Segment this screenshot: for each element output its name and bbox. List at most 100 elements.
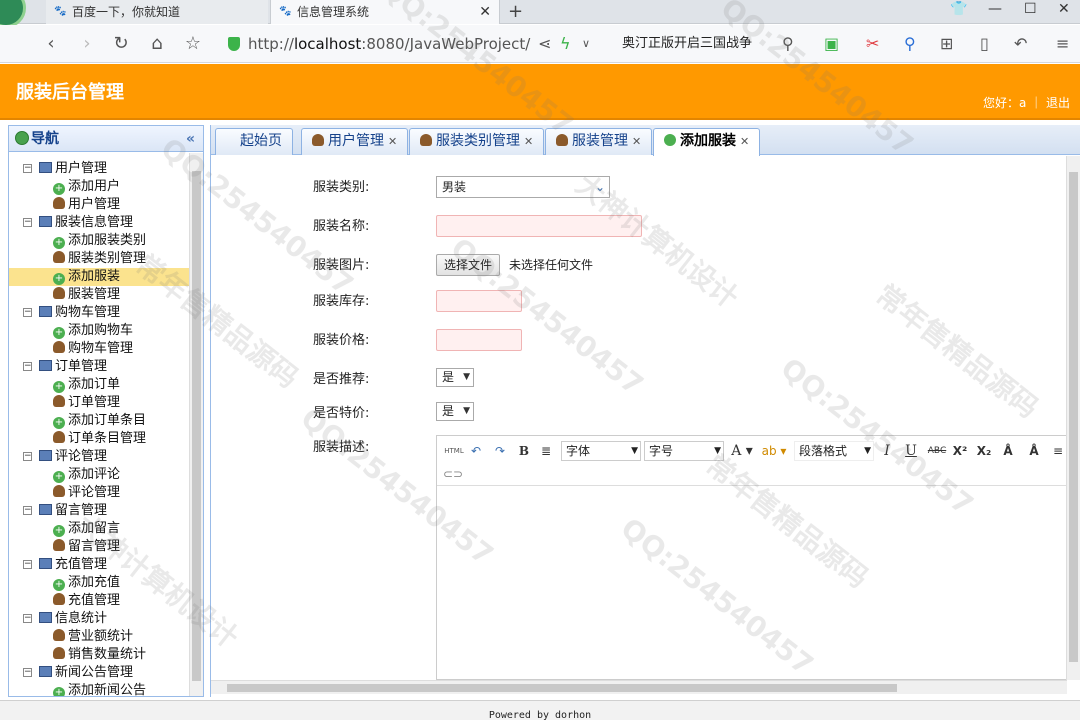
format-match-icon[interactable]: Å bbox=[1025, 441, 1043, 461]
apps-grid-icon[interactable]: ⊞ bbox=[940, 34, 953, 54]
minimize-button[interactable]: — bbox=[988, 0, 1002, 18]
collapse-toggle-icon[interactable]: − bbox=[23, 452, 32, 461]
underline-button[interactable]: U bbox=[903, 441, 919, 461]
clear-format-icon[interactable]: Å bbox=[999, 441, 1017, 461]
browser-tab-system[interactable]: 🐾 信息管理系统 ✕ bbox=[270, 0, 500, 24]
chevron-down-icon[interactable]: ∨ bbox=[582, 34, 590, 54]
link-icon[interactable]: ⊂⊃ bbox=[443, 464, 463, 484]
maximize-button[interactable]: ☐ bbox=[1024, 0, 1037, 18]
collapse-toggle-icon[interactable]: − bbox=[23, 668, 32, 677]
magnifier-icon[interactable]: ⚲ bbox=[904, 34, 916, 54]
sidebar-item[interactable]: 订单条目管理 bbox=[9, 430, 189, 448]
sidebar-item[interactable]: + 添加服装 bbox=[9, 268, 189, 286]
lightning-icon[interactable]: ϟ bbox=[560, 34, 571, 54]
sidebar-group[interactable]: − 用户管理 bbox=[9, 160, 189, 178]
subscript-button[interactable]: X₂ bbox=[975, 441, 993, 461]
sidebar-item[interactable]: + 添加订单条目 bbox=[9, 412, 189, 430]
scroll-thumb[interactable] bbox=[227, 684, 897, 692]
price-input[interactable] bbox=[436, 329, 522, 351]
paragraph-format-select[interactable]: 段落格式 ▼ bbox=[794, 441, 874, 461]
name-input[interactable] bbox=[436, 215, 642, 237]
undo-icon[interactable]: ↶ bbox=[467, 441, 485, 461]
italic-button[interactable]: I bbox=[879, 441, 895, 461]
forward-button[interactable]: › bbox=[76, 33, 98, 55]
sidebar-group[interactable]: − 新闻公告管理 bbox=[9, 664, 189, 682]
collapse-toggle-icon[interactable]: − bbox=[23, 218, 32, 227]
font-color-button[interactable]: A ▾ bbox=[729, 441, 755, 461]
superscript-button[interactable]: X² bbox=[951, 441, 969, 461]
close-tab-icon[interactable]: ✕ bbox=[479, 0, 491, 24]
back-button[interactable]: ‹ bbox=[40, 33, 62, 55]
main-vertical-scrollbar[interactable] bbox=[1066, 156, 1080, 680]
tab-clothing-management[interactable]: 服装管理 ✕ bbox=[545, 128, 653, 155]
tab-add-clothing[interactable]: 添加服装 ✕ bbox=[653, 128, 761, 156]
choose-file-button[interactable]: 选择文件 bbox=[436, 254, 501, 276]
sidebar-item[interactable]: 用户管理 bbox=[9, 196, 189, 214]
collapse-toggle-icon[interactable]: − bbox=[23, 308, 32, 317]
sidebar-item[interactable]: + 添加订单 bbox=[9, 376, 189, 394]
sidebar-group[interactable]: − 购物车管理 bbox=[9, 304, 189, 322]
sidebar-item[interactable]: + 添加留言 bbox=[9, 520, 189, 538]
align-left-icon[interactable]: ≡ bbox=[1049, 441, 1067, 461]
collapse-toggle-icon[interactable]: − bbox=[23, 506, 32, 515]
sidebar-group[interactable]: − 评论管理 bbox=[9, 448, 189, 466]
collapse-toggle-icon[interactable]: − bbox=[23, 164, 32, 173]
html-source-button[interactable]: HTML bbox=[443, 441, 465, 461]
category-select[interactable]: 男装 ⌄ bbox=[436, 176, 610, 198]
collapse-toggle-icon[interactable]: − bbox=[23, 560, 32, 569]
close-tab-icon[interactable]: ✕ bbox=[524, 135, 533, 148]
collapse-icon[interactable]: « bbox=[186, 126, 195, 152]
special-select[interactable]: 是 ▼ bbox=[436, 402, 474, 421]
font-size-select[interactable]: 字号 ▼ bbox=[644, 441, 724, 461]
stock-input[interactable] bbox=[436, 290, 522, 312]
sidebar-item[interactable]: 充值管理 bbox=[9, 592, 189, 610]
tab-home[interactable]: 起始页 bbox=[215, 128, 293, 155]
browser-tab-baidu[interactable]: 🐾 百度一下，你就知道 bbox=[46, 0, 268, 24]
close-tab-icon[interactable]: ✕ bbox=[388, 135, 397, 148]
sidebar-item[interactable]: 销售数量统计 bbox=[9, 646, 189, 664]
sidebar-item[interactable]: 服装管理 bbox=[9, 286, 189, 304]
sidebar-item[interactable]: + 添加购物车 bbox=[9, 322, 189, 340]
sidebar-group[interactable]: − 信息统计 bbox=[9, 610, 189, 628]
translate-icon[interactable]: ▣ bbox=[824, 34, 839, 54]
sidebar-item[interactable]: 购物车管理 bbox=[9, 340, 189, 358]
font-family-select[interactable]: 字体 ▼ bbox=[561, 441, 641, 461]
search-icon[interactable]: ⚲ bbox=[782, 34, 794, 54]
sidebar-group[interactable]: − 充值管理 bbox=[9, 556, 189, 574]
sidebar-item[interactable]: + 添加用户 bbox=[9, 178, 189, 196]
sidebar-item[interactable]: 营业额统计 bbox=[9, 628, 189, 646]
sidebar-item[interactable]: + 添加新闻公告 bbox=[9, 682, 189, 696]
highlight-icon[interactable]: ab ▾ bbox=[761, 441, 787, 461]
share-icon[interactable]: ⋖ bbox=[538, 34, 551, 54]
collapse-toggle-icon[interactable]: − bbox=[23, 614, 32, 623]
close-window-button[interactable]: ✕ bbox=[1058, 0, 1070, 18]
sidebar-item[interactable]: + 添加评论 bbox=[9, 466, 189, 484]
collapse-toggle-icon[interactable]: − bbox=[23, 362, 32, 371]
sidebar-item[interactable]: 评论管理 bbox=[9, 484, 189, 502]
bookmark-icon[interactable]: ▯ bbox=[980, 34, 989, 54]
search-input[interactable]: 奥汀正版开启三国战争 bbox=[622, 31, 802, 57]
sidebar-item[interactable]: + 添加服装类别 bbox=[9, 232, 189, 250]
sidebar-group[interactable]: − 留言管理 bbox=[9, 502, 189, 520]
sidebar-item[interactable]: 留言管理 bbox=[9, 538, 189, 556]
editor-content-area[interactable] bbox=[437, 487, 1066, 679]
undo-icon[interactable]: ↶ bbox=[1014, 34, 1027, 54]
sidebar-item[interactable]: + 添加充值 bbox=[9, 574, 189, 592]
scissors-icon[interactable]: ✂ bbox=[866, 34, 879, 54]
refresh-icon[interactable]: ↻ bbox=[110, 33, 132, 55]
new-tab-button[interactable]: + bbox=[508, 0, 523, 24]
scroll-thumb[interactable] bbox=[192, 171, 201, 681]
tab-user-management[interactable]: 用户管理 ✕ bbox=[301, 128, 409, 155]
scroll-thumb[interactable] bbox=[1069, 172, 1078, 662]
redo-icon[interactable]: ↷ bbox=[491, 441, 509, 461]
home-icon[interactable]: ⌂ bbox=[146, 33, 168, 55]
recommend-select[interactable]: 是 ▼ bbox=[436, 368, 474, 387]
star-icon[interactable]: ☆ bbox=[182, 33, 204, 55]
tab-category-management[interactable]: 服装类别管理 ✕ bbox=[409, 128, 545, 155]
sidebar-item[interactable]: 服装类别管理 bbox=[9, 250, 189, 268]
sidebar-group[interactable]: − 订单管理 bbox=[9, 358, 189, 376]
main-horizontal-scrollbar[interactable] bbox=[211, 680, 1067, 694]
user-greeting[interactable]: 您好：a ｜ 退出 bbox=[983, 94, 1070, 111]
menu-icon[interactable]: ≡ bbox=[1056, 34, 1069, 54]
sidebar-item[interactable]: 订单管理 bbox=[9, 394, 189, 412]
